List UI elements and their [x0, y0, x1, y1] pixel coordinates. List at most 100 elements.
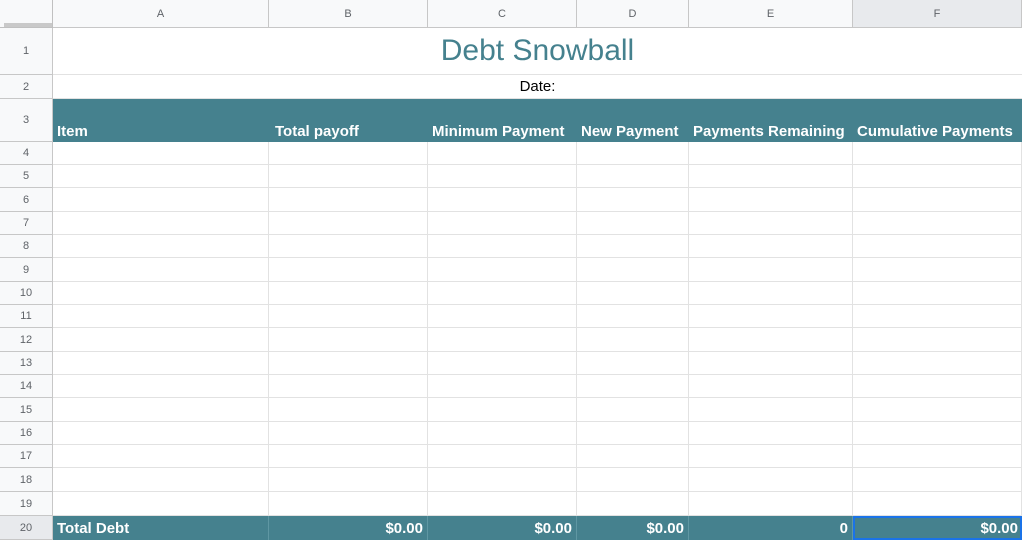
grid-cell[interactable] — [689, 398, 853, 422]
total-payoff-value[interactable]: $0.00 — [269, 516, 428, 540]
grid-cell[interactable] — [428, 258, 577, 282]
grid-cell[interactable] — [689, 235, 853, 258]
grid-cell[interactable] — [577, 212, 689, 235]
grid-cell[interactable] — [428, 445, 577, 468]
grid-cell[interactable] — [428, 235, 577, 258]
date-label[interactable]: Date: — [53, 75, 1022, 99]
grid-cell[interactable] — [689, 282, 853, 305]
grid-cell[interactable] — [577, 188, 689, 212]
grid-cell[interactable] — [428, 422, 577, 445]
sheet-title[interactable]: Debt Snowball — [53, 28, 1022, 75]
total-debt-label[interactable]: Total Debt — [53, 516, 269, 540]
grid-cell[interactable] — [577, 165, 689, 188]
grid-cell[interactable] — [269, 142, 428, 165]
grid-cell[interactable] — [853, 305, 1022, 328]
grid-cell[interactable] — [853, 492, 1022, 516]
row-header-15[interactable]: 15 — [0, 398, 53, 422]
grid-cell[interactable] — [53, 422, 269, 445]
row-header-5[interactable]: 5 — [0, 165, 53, 188]
row-header-18[interactable]: 18 — [0, 468, 53, 492]
header-total-payoff[interactable]: Total payoff — [269, 99, 428, 142]
row-header-1[interactable]: 1 — [0, 28, 53, 75]
grid-cell[interactable] — [428, 212, 577, 235]
grid-cell[interactable] — [853, 445, 1022, 468]
grid-cell[interactable] — [689, 328, 853, 352]
grid-cell[interactable] — [269, 282, 428, 305]
total-new-payment-value[interactable]: $0.00 — [577, 516, 689, 540]
grid-cell[interactable] — [577, 282, 689, 305]
row-header-2[interactable]: 2 — [0, 75, 53, 99]
column-header-c[interactable]: C — [428, 0, 577, 28]
row-header-4[interactable]: 4 — [0, 142, 53, 165]
row-header-10[interactable]: 10 — [0, 282, 53, 305]
select-all-corner[interactable] — [0, 0, 53, 28]
grid-cell[interactable] — [269, 305, 428, 328]
grid-cell[interactable] — [577, 422, 689, 445]
row-header-8[interactable]: 8 — [0, 235, 53, 258]
grid-cell[interactable] — [577, 305, 689, 328]
grid-cell[interactable] — [53, 445, 269, 468]
grid-cell[interactable] — [269, 398, 428, 422]
grid-cell[interactable] — [428, 142, 577, 165]
grid-cell[interactable] — [853, 188, 1022, 212]
row-header-17[interactable]: 17 — [0, 445, 53, 468]
grid-cell[interactable] — [577, 468, 689, 492]
grid-cell[interactable] — [269, 188, 428, 212]
grid-cell[interactable] — [53, 398, 269, 422]
grid-cell[interactable] — [853, 258, 1022, 282]
grid-cell[interactable] — [577, 492, 689, 516]
grid-cell[interactable] — [853, 468, 1022, 492]
row-header-9[interactable]: 9 — [0, 258, 53, 282]
row-header-6[interactable]: 6 — [0, 188, 53, 212]
grid-cell[interactable] — [428, 165, 577, 188]
grid-cell[interactable] — [428, 398, 577, 422]
row-header-12[interactable]: 12 — [0, 328, 53, 352]
grid-cell[interactable] — [53, 282, 269, 305]
grid-cell[interactable] — [269, 165, 428, 188]
grid-cell[interactable] — [269, 445, 428, 468]
grid-cell[interactable] — [689, 188, 853, 212]
column-header-e[interactable]: E — [689, 0, 853, 28]
grid-cell[interactable] — [689, 492, 853, 516]
grid-cell[interactable] — [269, 235, 428, 258]
grid-cell[interactable] — [428, 188, 577, 212]
row-header-11[interactable]: 11 — [0, 305, 53, 328]
grid-cell[interactable] — [689, 212, 853, 235]
grid-cell[interactable] — [577, 398, 689, 422]
grid-cell[interactable] — [853, 422, 1022, 445]
grid-cell[interactable] — [53, 258, 269, 282]
header-new-payment[interactable]: New Payment — [577, 99, 689, 142]
grid-cell[interactable] — [853, 375, 1022, 398]
row-header-14[interactable]: 14 — [0, 375, 53, 398]
row-header-20[interactable]: 20 — [0, 516, 53, 540]
grid-cell[interactable] — [689, 352, 853, 375]
grid-cell[interactable] — [853, 165, 1022, 188]
column-header-f[interactable]: F — [853, 0, 1022, 28]
grid-cell[interactable] — [269, 212, 428, 235]
row-header-16[interactable]: 16 — [0, 422, 53, 445]
grid-cell[interactable] — [269, 352, 428, 375]
grid-cell[interactable] — [269, 492, 428, 516]
grid-cell[interactable] — [269, 258, 428, 282]
grid-cell[interactable] — [689, 142, 853, 165]
header-item[interactable]: Item — [53, 99, 269, 142]
grid-cell[interactable] — [577, 352, 689, 375]
grid-cell[interactable] — [53, 305, 269, 328]
grid-cell[interactable] — [269, 422, 428, 445]
grid-cell[interactable] — [577, 258, 689, 282]
grid-cell[interactable] — [689, 375, 853, 398]
grid-cell[interactable] — [53, 212, 269, 235]
grid-cell[interactable] — [428, 282, 577, 305]
grid-cell[interactable] — [53, 328, 269, 352]
grid-cell[interactable] — [53, 352, 269, 375]
column-header-b[interactable]: B — [269, 0, 428, 28]
grid-cell[interactable] — [53, 235, 269, 258]
grid-cell[interactable] — [269, 328, 428, 352]
grid-cell[interactable] — [853, 328, 1022, 352]
column-header-a[interactable]: A — [53, 0, 269, 28]
grid-cell[interactable] — [428, 375, 577, 398]
total-minimum-payment-value[interactable]: $0.00 — [428, 516, 577, 540]
grid-cell[interactable] — [577, 445, 689, 468]
grid-cell[interactable] — [53, 142, 269, 165]
grid-cell[interactable] — [428, 328, 577, 352]
